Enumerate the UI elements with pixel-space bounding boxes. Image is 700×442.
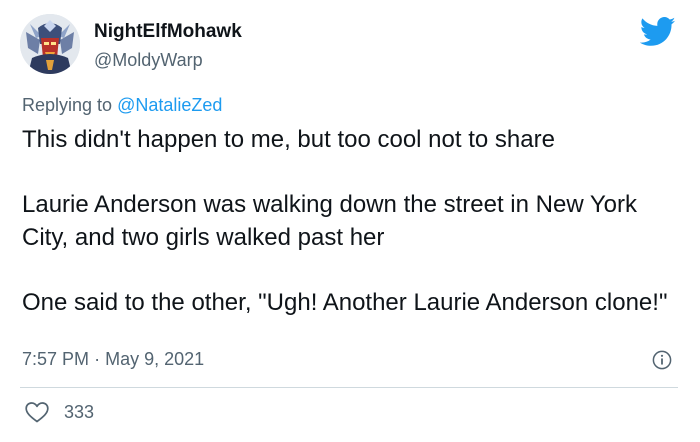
avatar[interactable] <box>20 14 80 74</box>
tweet-paragraph: One said to the other, "Ugh! Another Lau… <box>22 289 668 316</box>
tweet-card: NightElfMohawk @MoldyWarp Replying to @N… <box>0 0 700 442</box>
divider <box>20 387 678 388</box>
reply-mention-link[interactable]: @NatalieZed <box>117 95 222 115</box>
avatar-image <box>20 14 80 74</box>
author-handle[interactable]: @MoldyWarp <box>94 48 203 72</box>
tweet-text: This didn't happen to me, but too cool n… <box>22 123 682 319</box>
tweet-paragraph: Laurie Anderson was walking down the str… <box>22 191 638 251</box>
replying-to-label: Replying to <box>22 95 113 115</box>
twitter-bird-icon[interactable] <box>640 17 676 47</box>
tweet-paragraph: This didn't happen to me, but too cool n… <box>22 126 555 153</box>
replying-to: Replying to @NatalieZed <box>22 93 222 117</box>
heart-icon <box>25 402 49 423</box>
author-display-name[interactable]: NightElfMohawk <box>94 20 242 44</box>
tweet-timestamp[interactable]: 7:57 PM · May 9, 2021 <box>22 347 204 371</box>
like-count: 333 <box>64 402 95 422</box>
tweet-time: 7:57 PM <box>22 349 90 369</box>
like-button[interactable]: 333 <box>24 400 94 424</box>
info-icon[interactable] <box>652 350 672 370</box>
tweet-date: May 9, 2021 <box>105 349 205 369</box>
meta-separator: · <box>94 349 101 369</box>
